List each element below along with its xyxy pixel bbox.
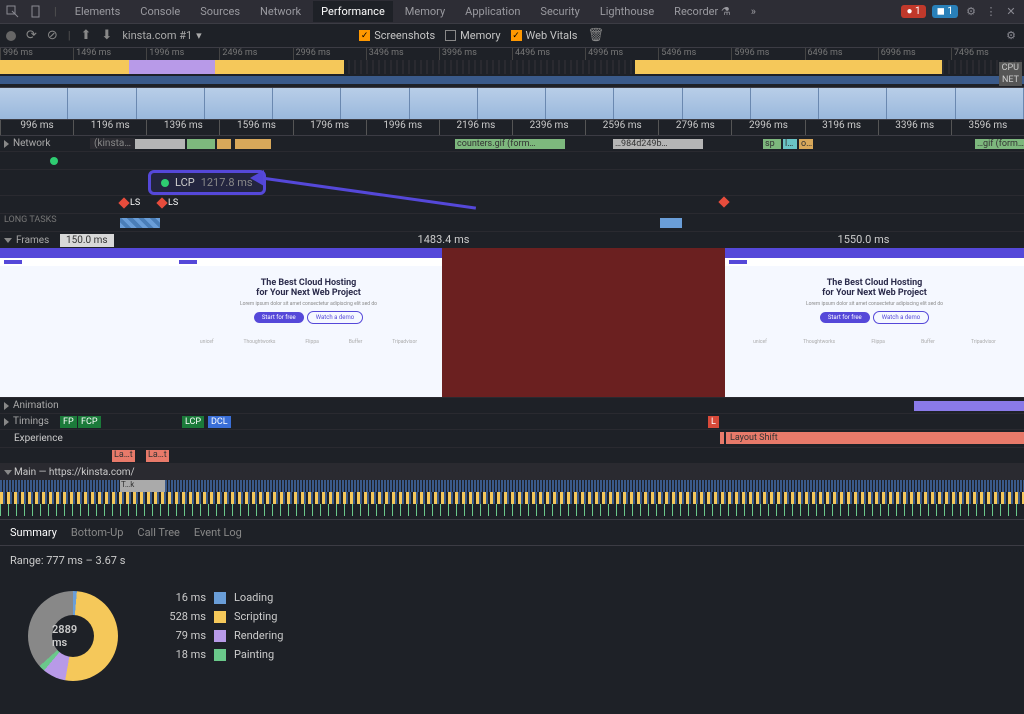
record-button[interactable] (6, 31, 16, 41)
frame-time-a: 150.0 ms (60, 234, 114, 247)
lcp-row: LCP 1217.8 ms (0, 170, 1024, 196)
experience-badges: La…t La…t (0, 448, 1024, 464)
ls-row: LS LS (0, 196, 1024, 214)
network-host: (kinsta… (90, 138, 135, 149)
annotation-arrow (258, 176, 478, 179)
device-icon[interactable] (30, 5, 44, 19)
summary-legend: 16 msLoading 528 msScripting 79 msRender… (158, 591, 283, 681)
animation-track[interactable]: Animation (0, 398, 1024, 414)
cb-screenshots[interactable]: ✓Screenshots (359, 29, 435, 42)
range-text: Range: 777 ms – 3.67 s (0, 546, 1024, 575)
reload-icon[interactable]: ⟳ (26, 28, 37, 43)
clear-icon[interactable]: ⊘ (47, 28, 58, 43)
vitals-row-1 (0, 152, 1024, 170)
inspect-icon[interactable] (6, 5, 20, 19)
cb-webvitals[interactable]: ✓Web Vitals (511, 29, 578, 42)
panel-tabs: Elements Console Sources Network Perform… (67, 1, 892, 22)
tab-console[interactable]: Console (132, 1, 188, 22)
summary-body: 2889 ms 16 msLoading 528 msScripting 79 … (0, 575, 1024, 691)
main-ruler[interactable]: 996 ms1196 ms1396 ms1596 ms1796 ms1996 m… (0, 120, 1024, 136)
tab-elements[interactable]: Elements (67, 1, 129, 22)
tab-bottom-up[interactable]: Bottom-Up (71, 526, 124, 539)
message-badge[interactable]: ◼ 1 (932, 5, 958, 18)
tab-network[interactable]: Network (252, 1, 309, 22)
tab-sources[interactable]: Sources (192, 1, 248, 22)
download-icon[interactable]: ⬇ (101, 28, 112, 43)
frames-header: Frames 150.0 ms 1483.4 ms 1550.0 ms (0, 232, 1024, 248)
perf-gear-icon[interactable]: ⚙ (1004, 29, 1018, 43)
network-track[interactable]: Network (kinsta… counters.gif (form… …98… (0, 136, 1024, 152)
cpu-label: CPU (999, 62, 1022, 74)
tab-lighthouse[interactable]: Lighthouse (592, 1, 662, 22)
lcp-dot-icon (161, 179, 169, 187)
tab-performance[interactable]: Performance (313, 1, 393, 22)
tab-call-tree[interactable]: Call Tree (137, 526, 179, 539)
summary-donut: 2889 ms (28, 591, 118, 681)
tab-summary[interactable]: Summary (10, 526, 57, 539)
devtools-toolbar: | Elements Console Sources Network Perfo… (0, 0, 1024, 24)
tab-event-log[interactable]: Event Log (194, 526, 242, 539)
tab-application[interactable]: Application (457, 1, 528, 22)
frame-time-c: 1550.0 ms (838, 233, 890, 246)
upload-icon[interactable]: ⬆ (81, 28, 92, 43)
experience-track[interactable]: Experience Layout Shift (0, 430, 1024, 448)
frame-time-b: 1483.4 ms (418, 233, 470, 246)
tab-security[interactable]: Security (532, 1, 587, 22)
kebab-icon[interactable]: ⋮ (984, 5, 998, 19)
trash-icon[interactable]: 🗑 (587, 28, 604, 43)
error-badge[interactable]: ● 1 (901, 5, 925, 18)
overview-strip[interactable]: 996 ms1496 ms1996 ms2496 ms2996 ms3496 m… (0, 48, 1024, 88)
net-label: NET (999, 74, 1022, 86)
frames-track[interactable]: The Best Cloud Hostingfor Your Next Web … (0, 248, 1024, 398)
summary-tabs: Summary Bottom-Up Call Tree Event Log (0, 520, 1024, 546)
longtasks-track: LONG TASKS (0, 214, 1024, 232)
timings-track[interactable]: Timings FP FCP LCP DCL L (0, 414, 1024, 430)
perf-subtoolbar: ⟳ ⊘ | ⬆ ⬇ kinsta.com #1▾ ✓Screenshots Me… (0, 24, 1024, 48)
lcp-callout[interactable]: LCP 1217.8 ms (148, 170, 266, 195)
tab-recorder[interactable]: Recorder ⚗ (666, 1, 739, 22)
recording-select[interactable]: kinsta.com #1▾ (122, 29, 201, 42)
flame-chart[interactable]: T…k P…L (0, 480, 1024, 520)
close-icon[interactable]: ✕ (1004, 5, 1018, 19)
cb-memory[interactable]: Memory (445, 29, 500, 42)
overview-ruler: 996 ms1496 ms1996 ms2496 ms2996 ms3496 m… (0, 48, 1024, 60)
filmstrip[interactable] (0, 88, 1024, 120)
gear-icon[interactable]: ⚙ (964, 5, 978, 19)
main-track-header[interactable]: Main — https://kinsta.com/ (0, 464, 1024, 480)
tab-memory[interactable]: Memory (397, 1, 453, 22)
tab-more[interactable]: » (743, 1, 764, 22)
